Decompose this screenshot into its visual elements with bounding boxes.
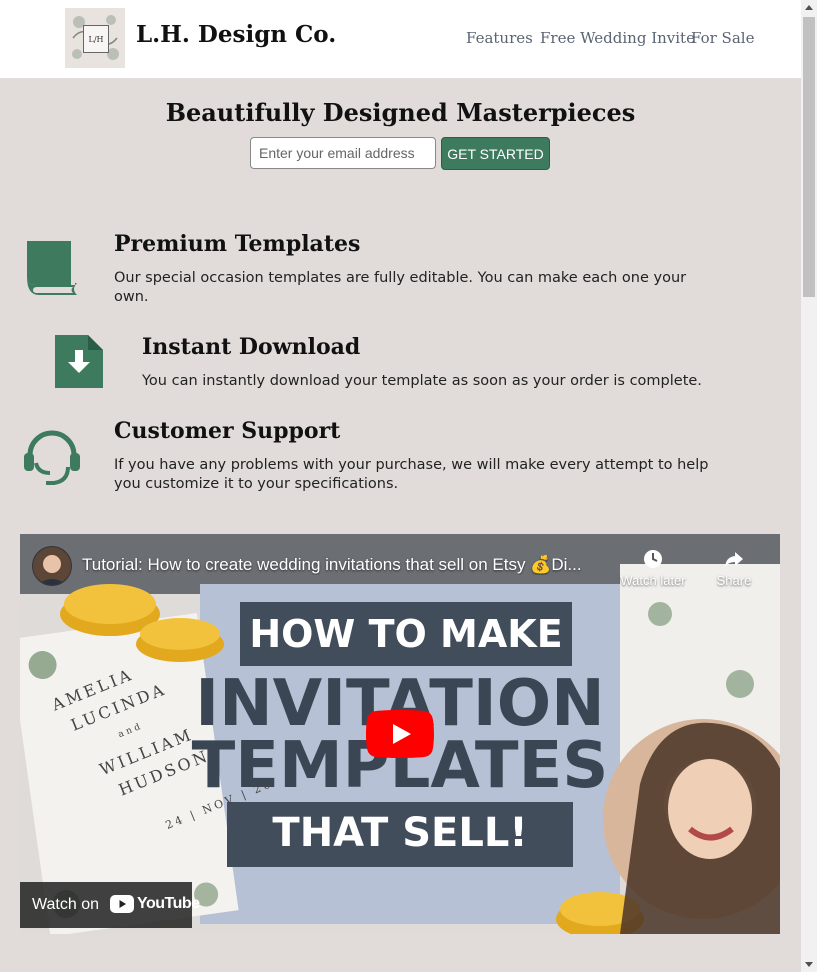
feature-title-premium-templates: Premium Templates	[114, 231, 361, 257]
file-download-icon	[55, 335, 103, 388]
logo-monogram: L/H	[83, 25, 109, 53]
watch-on-label: Watch on	[32, 896, 99, 913]
avatar-image	[37, 555, 67, 585]
watch-later-button[interactable]: Watch later	[618, 548, 688, 588]
nav-features[interactable]: Features	[466, 29, 533, 47]
share-label: Share	[716, 573, 752, 588]
clock-icon	[644, 550, 662, 568]
youtube-wordmark: YouTube	[137, 895, 200, 912]
video-title[interactable]: Tutorial: How to create wedding invitati…	[82, 555, 612, 575]
feature-title-instant-download: Instant Download	[142, 334, 361, 360]
nav-free-wedding-invite[interactable]: Free Wedding Invite	[540, 29, 695, 47]
email-input[interactable]	[250, 137, 436, 169]
youtube-video-embed[interactable]: HOW TO MAKE INVITATION TEMPLATES THAT SE…	[20, 534, 780, 934]
hero-title: Beautifully Designed Masterpieces	[165, 98, 636, 127]
brand-name[interactable]: L.H. Design Co.	[136, 21, 336, 48]
scroll-up-arrow-icon[interactable]	[801, 0, 817, 16]
feature-desc-line: You can instantly download your template…	[142, 373, 702, 389]
share-arrow-icon	[725, 552, 743, 567]
scrollbar-thumb[interactable]	[803, 17, 815, 297]
feature-title-customer-support: Customer Support	[114, 418, 341, 444]
play-button-icon[interactable]	[366, 710, 434, 758]
feature-desc-line: you customize it to your specifications.	[114, 476, 399, 492]
watch-later-label: Watch later	[620, 573, 686, 588]
book-icon	[27, 241, 77, 295]
feature-desc-line: own.	[114, 289, 149, 305]
page: L/H L.H. Design Co. Features Free Weddin…	[0, 0, 801, 972]
get-started-button[interactable]: GET STARTED	[441, 137, 550, 170]
logo[interactable]: L/H	[65, 8, 125, 68]
feature-desc-customer-support: If you have any problems with your purch…	[114, 456, 784, 494]
banner-that-sell: THAT SELL!	[272, 810, 528, 856]
feature-desc-line: Our special occasion templates are fully…	[114, 270, 687, 286]
headset-icon	[24, 430, 80, 485]
nav-for-sale[interactable]: For Sale	[691, 29, 754, 47]
page-scrollbar[interactable]	[801, 0, 817, 972]
banner-how-to-make: HOW TO MAKE	[249, 612, 563, 656]
watch-on-youtube-button[interactable]: Watch on YouTube	[20, 882, 200, 928]
channel-avatar[interactable]	[32, 546, 72, 586]
feature-desc-line: If you have any problems with your purch…	[114, 457, 709, 473]
feature-desc-premium-templates: Our special occasion templates are fully…	[114, 269, 774, 307]
site-header: L/H L.H. Design Co. Features Free Weddin…	[0, 0, 801, 78]
youtube-logo-icon	[110, 895, 134, 913]
feature-desc-instant-download: You can instantly download your template…	[142, 372, 782, 391]
scroll-down-arrow-icon[interactable]	[801, 956, 817, 972]
share-button[interactable]: Share	[699, 548, 769, 588]
